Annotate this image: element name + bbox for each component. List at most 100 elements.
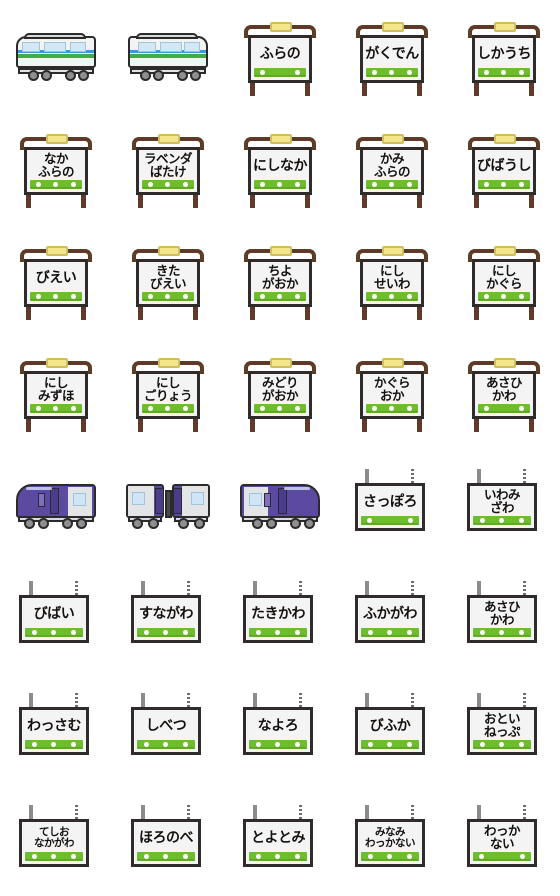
local-train-icon[interactable] (122, 26, 214, 86)
station-sign-emoji-cell[interactable]: ほろのべ (112, 784, 224, 896)
station-sign-emoji-cell[interactable]: とよとみ (224, 784, 336, 896)
station-name-block: たきかわ (246, 600, 310, 628)
station-sign-emoji-cell[interactable]: ラベンダ ばたけ (112, 112, 224, 224)
train-emoji-cell[interactable] (0, 0, 112, 112)
line-stop-dot (479, 854, 484, 859)
limited-express-train-icon[interactable] (234, 474, 326, 534)
station-sign-emoji-cell[interactable]: かみ ふらの (336, 112, 448, 224)
standing-station-sign[interactable]: みどり がおか (237, 353, 323, 432)
train-emoji-cell[interactable] (112, 448, 224, 560)
station-sign-emoji-cell[interactable]: ちよ がおか (224, 224, 336, 336)
station-sign-emoji-cell[interactable]: さっぽろ (336, 448, 448, 560)
sign-lamp-icon (382, 358, 404, 368)
train-window (22, 42, 40, 52)
station-sign-emoji-cell[interactable]: わっか ない (448, 784, 560, 896)
station-sign-emoji-cell[interactable]: びばい (0, 560, 112, 672)
sign-lamp-icon (494, 358, 516, 368)
station-sign-emoji-cell[interactable]: みなみ わっかない (336, 784, 448, 896)
station-sign-emoji-cell[interactable]: にし かぐら (448, 224, 560, 336)
hanging-station-sign[interactable]: ふかがわ (349, 577, 435, 655)
station-sign-emoji-cell[interactable]: ふらの (224, 0, 336, 112)
train-emoji-cell[interactable] (224, 448, 336, 560)
station-sign-emoji-cell[interactable]: びばうし (448, 112, 560, 224)
hanging-station-sign[interactable]: さっぽろ (349, 465, 435, 543)
sign-lamp-icon (494, 22, 516, 32)
station-sign-emoji-cell[interactable]: にし みずほ (0, 336, 112, 448)
standing-station-sign[interactable]: にし みずほ (13, 353, 99, 432)
station-sign-emoji-cell[interactable]: きた びえい (112, 224, 224, 336)
station-line-bar (366, 292, 418, 301)
hanging-station-sign[interactable]: びふか (349, 689, 435, 767)
standing-station-sign[interactable]: にしなか (237, 129, 323, 208)
standing-station-sign[interactable]: にし かぐら (461, 241, 547, 320)
hanging-station-sign[interactable]: とよとみ (237, 801, 323, 879)
station-name-block: びえい (27, 264, 85, 292)
standing-station-sign[interactable]: あさひ かわ (461, 353, 547, 432)
station-name-block: ふかがわ (358, 600, 422, 628)
line-stop-dot (163, 742, 169, 747)
station-sign-emoji-cell[interactable]: てしお なかがわ (0, 784, 112, 896)
standing-station-sign[interactable]: びばうし (461, 129, 547, 208)
station-sign-emoji-cell[interactable]: すながわ (112, 560, 224, 672)
standing-station-sign[interactable]: きた びえい (125, 241, 211, 320)
station-sign-emoji-cell[interactable]: ふかがわ (336, 560, 448, 672)
standing-station-sign[interactable]: しかうち (461, 17, 547, 96)
station-sign-emoji-cell[interactable]: なよろ (224, 672, 336, 784)
train-wheel (65, 70, 76, 81)
station-sign-emoji-cell[interactable]: がくでん (336, 0, 448, 112)
station-name-block: かみ ふらの (363, 152, 421, 180)
station-sign-emoji-cell[interactable]: おとい ねっぷ (448, 672, 560, 784)
station-name-line: せいわ (373, 276, 411, 291)
limited-express-train-icon[interactable] (122, 474, 214, 534)
station-sign-emoji-cell[interactable]: かぐら おか (336, 336, 448, 448)
station-sign-emoji-cell[interactable]: にし せいわ (336, 224, 448, 336)
line-stop-dot (406, 182, 412, 187)
train-window (249, 493, 262, 506)
hanging-station-sign[interactable]: いわみ ざわ (461, 465, 547, 543)
standing-station-sign[interactable]: かみ ふらの (349, 129, 435, 208)
station-sign-emoji-cell[interactable]: みどり がおか (224, 336, 336, 448)
hanging-station-sign[interactable]: みなみ わっかない (349, 801, 435, 879)
station-sign-emoji-cell[interactable]: あさひ かわ (448, 336, 560, 448)
local-train-icon[interactable] (10, 26, 102, 86)
standing-station-sign[interactable]: びえい (13, 241, 99, 320)
hanging-station-sign[interactable]: おとい ねっぷ (461, 689, 547, 767)
station-sign-emoji-cell[interactable]: にし ごりょう (112, 336, 224, 448)
standing-station-sign[interactable]: なか ふらの (13, 129, 99, 208)
line-stop-dot (518, 182, 524, 187)
line-stop-dot (294, 406, 300, 411)
station-sign-emoji-cell[interactable]: しべつ (112, 672, 224, 784)
station-sign-emoji-cell[interactable]: びえい (0, 224, 112, 336)
station-sign-emoji-cell[interactable]: あさひ かわ (448, 560, 560, 672)
station-line-bar (478, 68, 530, 77)
standing-station-sign[interactable]: かぐら おか (349, 353, 435, 432)
station-sign-emoji-cell[interactable]: びふか (336, 672, 448, 784)
station-sign-emoji-cell[interactable]: しかうち (448, 0, 560, 112)
hanging-station-sign[interactable]: わっか ない (461, 801, 547, 879)
standing-station-sign[interactable]: にし せいわ (349, 241, 435, 320)
station-sign-emoji-cell[interactable]: にしなか (224, 112, 336, 224)
train-emoji-cell[interactable] (0, 448, 112, 560)
standing-station-sign[interactable]: がくでん (349, 17, 435, 96)
standing-station-sign[interactable]: にし ごりょう (125, 353, 211, 432)
station-sign-emoji-cell[interactable]: なか ふらの (0, 112, 112, 224)
standing-station-sign[interactable]: ふらの (237, 17, 323, 96)
hanging-station-sign[interactable]: しべつ (125, 689, 211, 767)
hanging-station-sign[interactable]: なよろ (237, 689, 323, 767)
hanging-station-sign[interactable]: ほろのべ (125, 801, 211, 879)
hanging-station-sign[interactable]: てしお なかがわ (13, 801, 99, 879)
hanging-station-sign[interactable]: わっさむ (13, 689, 99, 767)
station-sign-emoji-cell[interactable]: たきかわ (224, 560, 336, 672)
hanging-station-sign[interactable]: びばい (13, 577, 99, 655)
hanging-station-sign[interactable]: たきかわ (237, 577, 323, 655)
train-green-stripe (130, 54, 206, 58)
train-emoji-cell[interactable] (112, 0, 224, 112)
standing-station-sign[interactable]: ラベンダ ばたけ (125, 129, 211, 208)
station-sign-emoji-cell[interactable]: わっさむ (0, 672, 112, 784)
hanging-station-sign[interactable]: すながわ (125, 577, 211, 655)
hanging-station-sign[interactable]: あさひ かわ (461, 577, 547, 655)
sign-board: ほろのべ (131, 819, 201, 867)
limited-express-train-icon[interactable] (10, 474, 102, 534)
standing-station-sign[interactable]: ちよ がおか (237, 241, 323, 320)
station-sign-emoji-cell[interactable]: いわみ ざわ (448, 448, 560, 560)
